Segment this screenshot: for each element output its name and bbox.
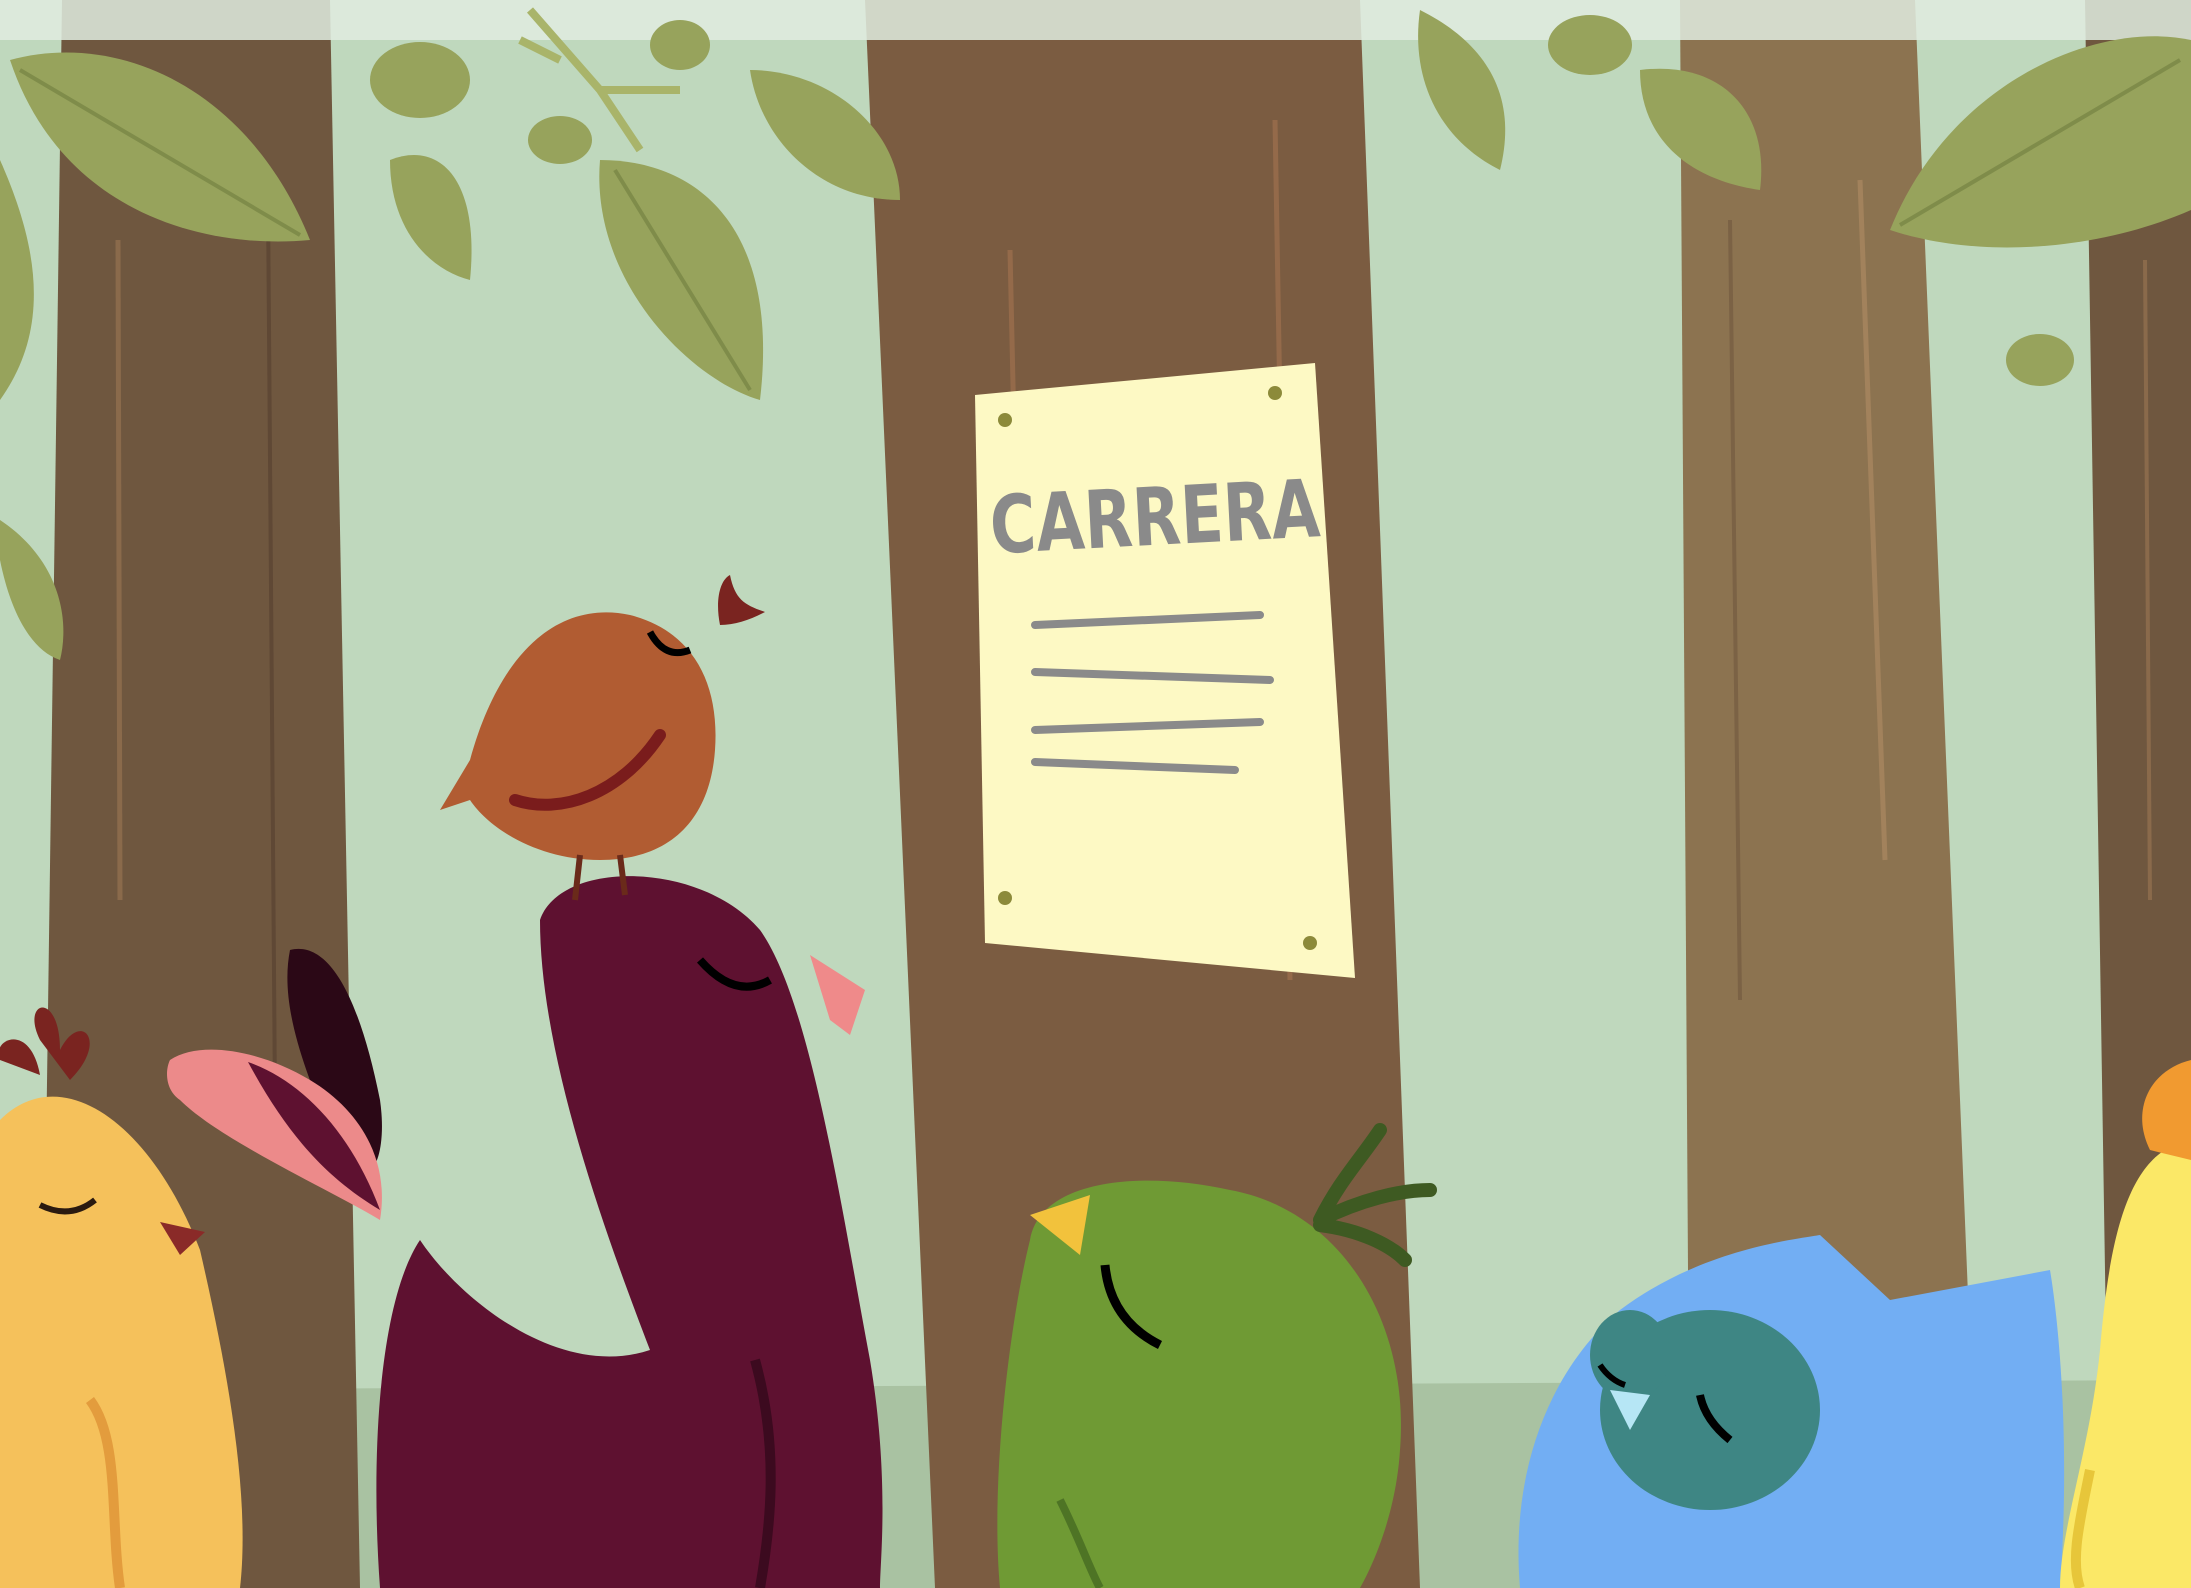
canopy-band <box>0 0 2191 40</box>
poster-pin <box>1268 386 1282 400</box>
poster-title: CARRERA <box>988 462 1322 572</box>
leaf <box>2006 334 2074 386</box>
poster-pin <box>998 413 1012 427</box>
poster-pin <box>1303 936 1317 950</box>
leaf <box>370 42 470 118</box>
leaf <box>650 20 710 70</box>
leaf <box>1548 15 1632 75</box>
green-bird <box>997 1123 1437 1588</box>
leaf <box>528 116 592 164</box>
race-poster: CARRERA <box>975 363 1355 978</box>
poster-pin <box>998 891 1012 905</box>
game-scene: CARRERA <box>0 0 2191 1588</box>
